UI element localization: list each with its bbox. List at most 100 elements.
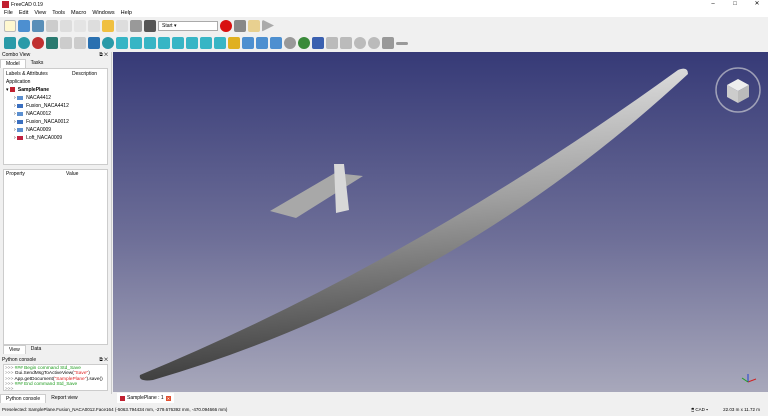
maximize-button[interactable]: □ <box>724 0 746 9</box>
web-stop-load-icon[interactable] <box>368 37 380 49</box>
tab-report-view[interactable]: Report view <box>46 394 82 403</box>
vertical-stabilizer[interactable] <box>334 164 349 213</box>
group-icon[interactable] <box>242 37 254 49</box>
folder-icon <box>17 95 24 100</box>
workbench-selector[interactable]: Start ▾ <box>158 20 218 31</box>
view-left-icon[interactable] <box>200 37 212 49</box>
navigation-cube[interactable] <box>715 67 761 113</box>
status-message: Preselected: SamplePlane.Fusion_NACA0012… <box>2 407 228 412</box>
console-prompt: >>> <box>5 387 14 393</box>
zoom-icon[interactable] <box>102 37 114 49</box>
view-bottom-icon[interactable] <box>186 37 198 49</box>
std-views-icon[interactable] <box>88 37 100 49</box>
document-label: SamplePlane <box>17 87 50 93</box>
web-next-icon[interactable] <box>340 37 352 49</box>
link-actions-icon[interactable] <box>270 37 282 49</box>
whats-this-icon[interactable] <box>144 19 156 32</box>
menu-edit[interactable]: Edit <box>19 10 28 16</box>
refresh-icon[interactable] <box>130 19 142 32</box>
zoom-out-icon[interactable] <box>396 41 408 45</box>
redo-icon[interactable] <box>116 19 128 32</box>
link-icon[interactable] <box>256 37 268 49</box>
copy-icon[interactable] <box>74 19 86 32</box>
menu-help[interactable]: Help <box>121 10 132 16</box>
folder-icon <box>17 111 24 116</box>
document-tabs: SamplePlane : 1 ✕ <box>113 392 768 404</box>
tree-item[interactable]: › Loft_NACA0009 <box>6 134 105 142</box>
workbench-label: Start <box>162 22 173 29</box>
fusion-icon <box>17 119 24 124</box>
view-right-icon[interactable] <box>158 37 170 49</box>
column-description: Description <box>72 71 98 77</box>
minimize-button[interactable]: – <box>702 0 724 9</box>
web-go-icon[interactable] <box>312 37 324 49</box>
undo-icon[interactable] <box>102 19 114 32</box>
property-header: Property Value <box>6 171 105 177</box>
main-wing[interactable] <box>139 68 688 381</box>
fusion-icon <box>17 103 24 108</box>
tree-item-label: NACA4412 <box>26 95 52 101</box>
view-front-icon[interactable] <box>130 37 142 49</box>
tree-item[interactable]: › NACA0009 <box>6 126 105 134</box>
view-top-icon[interactable] <box>144 37 156 49</box>
cut-icon[interactable] <box>60 19 72 32</box>
tree-item[interactable]: › Fusion_NACA0012 <box>6 118 105 126</box>
horizontal-stabilizer[interactable] <box>270 173 363 218</box>
console-text: App.getDocument( <box>14 376 55 382</box>
tree-document[interactable]: ▾ SamplePlane <box>6 86 105 94</box>
tab-view[interactable]: View <box>3 345 26 354</box>
tab-data[interactable]: Data <box>26 345 47 354</box>
web-refresh-icon[interactable] <box>354 37 366 49</box>
forward-icon[interactable] <box>74 37 86 49</box>
fit-all-icon[interactable] <box>4 37 16 49</box>
tab-python-console[interactable]: Python console <box>0 394 47 403</box>
close-icon[interactable]: ⧉ ✕ <box>99 52 108 59</box>
view-dimensions: 22.03 m x 11.72 m <box>723 407 760 412</box>
web-back-icon[interactable] <box>326 37 338 49</box>
edit-macro-icon[interactable] <box>248 19 260 32</box>
close-icon[interactable]: ⧉ ✕ <box>99 357 108 364</box>
menu-tools[interactable]: Tools <box>52 10 65 16</box>
zoom-in-icon[interactable] <box>382 37 394 49</box>
bounding-box-icon[interactable] <box>46 37 58 49</box>
web-stop-icon[interactable] <box>284 37 296 49</box>
open-icon[interactable] <box>18 19 30 32</box>
menu-macro[interactable]: Macro <box>71 10 86 16</box>
run-macro-icon[interactable] <box>262 19 274 32</box>
tab-model[interactable]: Model <box>0 59 26 68</box>
tree-item-label: NACA0012 <box>26 111 52 117</box>
tree-item[interactable]: › NACA0012 <box>6 110 105 118</box>
console-line: >>> <box>5 387 106 392</box>
back-icon[interactable] <box>60 37 72 49</box>
part-icon[interactable] <box>228 37 240 49</box>
tree-item[interactable]: › NACA4412 <box>6 94 105 102</box>
save-icon[interactable] <box>32 19 44 32</box>
tab-tasks[interactable]: Tasks <box>26 59 49 68</box>
property-tabs: View Data <box>3 345 111 354</box>
web-home-icon[interactable] <box>298 37 310 49</box>
3d-viewport[interactable] <box>113 52 768 392</box>
view-isometric-icon[interactable] <box>116 37 128 49</box>
draw-style-icon[interactable] <box>32 37 44 49</box>
menu-file[interactable]: File <box>4 10 13 16</box>
python-console[interactable]: >>> ### Begin command Std_Save >>> Gui.Se… <box>3 364 108 392</box>
close-tab-icon[interactable]: ✕ <box>165 395 172 401</box>
navigation-style-selector[interactable]: 🖱 CAD ▾ <box>691 404 708 416</box>
paste-icon[interactable] <box>88 19 100 32</box>
console-text: ).save() <box>86 376 103 382</box>
stop-macro-icon[interactable] <box>234 19 246 32</box>
view-rear-icon[interactable] <box>172 37 184 49</box>
record-macro-icon[interactable] <box>220 19 232 32</box>
close-button[interactable]: ✕ <box>746 0 768 9</box>
title-bar: FreeCAD 0.19 – □ ✕ <box>0 0 768 9</box>
column-labels: Labels & Attributes <box>6 71 48 77</box>
print-icon[interactable] <box>46 19 58 32</box>
menu-view[interactable]: View <box>34 10 46 16</box>
tab-sampleplane[interactable]: SamplePlane : 1 ✕ <box>117 393 175 403</box>
new-icon[interactable] <box>4 19 16 32</box>
menu-windows[interactable]: Windows <box>92 10 114 16</box>
python-console-title: Python console <box>2 357 37 363</box>
tree-item[interactable]: › Fusion_NACA4412 <box>6 102 105 110</box>
fit-selection-icon[interactable] <box>18 37 30 49</box>
measure-icon[interactable] <box>214 37 226 49</box>
